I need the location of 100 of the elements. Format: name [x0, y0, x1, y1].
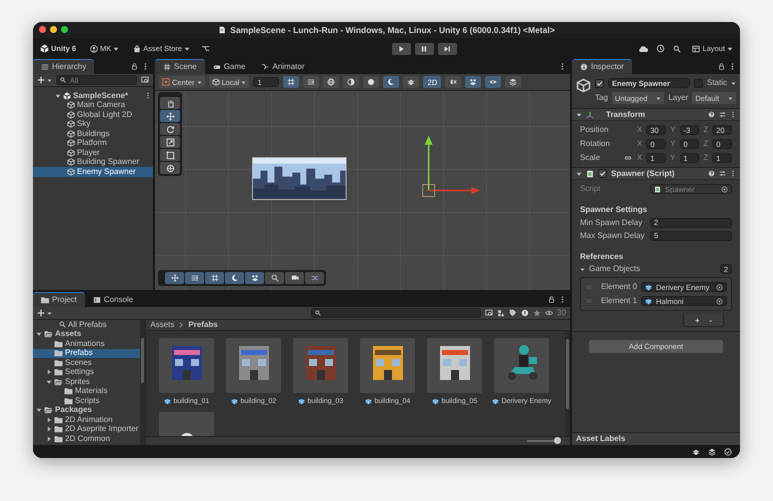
view-tab[interactable]: Scene: [155, 59, 205, 74]
expand-arrow-icon[interactable]: [55, 92, 61, 99]
history-icon[interactable]: [656, 44, 666, 53]
sphere-toggle[interactable]: [363, 76, 380, 88]
scene-root-item[interactable]: SampleScene*: [33, 91, 153, 100]
play-button[interactable]: [392, 42, 411, 54]
hierarchy-item[interactable]: Player: [33, 148, 153, 158]
more-icon[interactable]: [730, 111, 736, 118]
layers-toggle[interactable]: [505, 76, 522, 88]
drag-handle-icon[interactable]: [585, 284, 593, 290]
lock-icon[interactable]: [131, 63, 138, 70]
asset-labels-header[interactable]: Asset Labels: [572, 432, 740, 445]
presets-icon[interactable]: [719, 170, 726, 177]
breadcrumb-item[interactable]: Prefabs: [188, 320, 218, 330]
more-icon[interactable]: [559, 296, 566, 303]
presets-icon[interactable]: [719, 111, 726, 118]
moon-toggle[interactable]: [225, 272, 244, 284]
rotate-tool[interactable]: [160, 123, 180, 135]
add-button[interactable]: [37, 307, 52, 319]
folder-item[interactable]: 2D Animation: [33, 415, 140, 424]
eye-toggle[interactable]: [485, 76, 502, 88]
shuffle-toggle[interactable]: [305, 272, 324, 284]
folder-item[interactable]: Prefabs: [33, 348, 140, 358]
move-tool[interactable]: [160, 110, 180, 122]
asset-thumbnail[interactable]: [360, 338, 416, 393]
close-button[interactable]: [39, 26, 46, 33]
expand-arrow-icon[interactable]: [36, 331, 42, 338]
pause-button[interactable]: [414, 42, 434, 54]
panel-tab[interactable]: Project: [33, 292, 85, 307]
inspector-tab[interactable]: Inspector: [572, 59, 632, 74]
rect-tool[interactable]: [160, 149, 180, 161]
list-foldout[interactable]: Game Objects: [580, 264, 640, 274]
lock-icon[interactable]: [718, 63, 725, 70]
more-icon[interactable]: [145, 92, 151, 100]
move-toggle[interactable]: [165, 272, 184, 284]
folder-item[interactable]: 2D Common: [33, 434, 140, 444]
hierarchy-item[interactable]: Platform: [33, 138, 153, 148]
folder-item[interactable]: Assets: [33, 330, 140, 339]
favorite-icon[interactable]: [533, 309, 542, 317]
more-icon[interactable]: [729, 63, 736, 70]
more-icon[interactable]: [142, 63, 149, 70]
lock-icon[interactable]: [548, 296, 555, 303]
more-icon[interactable]: [559, 63, 566, 70]
wire-sphere-toggle[interactable]: [323, 76, 340, 88]
slider-thumb[interactable]: [554, 437, 561, 444]
hierarchy-item[interactable]: Main Camera: [33, 100, 153, 110]
expand-arrow-icon[interactable]: [576, 170, 582, 176]
saved-search-item[interactable]: All Prefabs: [33, 320, 140, 330]
static-checkbox[interactable]: [694, 78, 703, 88]
effects-toggle[interactable]: [465, 76, 482, 88]
asset-thumbnail[interactable]: [427, 338, 482, 393]
enabled-checkbox[interactable]: [598, 169, 607, 178]
folder-item[interactable]: Scripts: [33, 396, 140, 406]
component-header[interactable]: Transform: [572, 108, 740, 121]
log-filter-icon[interactable]: [521, 309, 530, 317]
asset-thumbnail[interactable]: [494, 338, 550, 393]
mute-toggle[interactable]: [445, 76, 462, 88]
more-icon[interactable]: [730, 170, 736, 177]
folder-item[interactable]: Animations: [33, 339, 140, 348]
step-button[interactable]: [438, 42, 457, 54]
stack-icon[interactable]: [708, 448, 716, 456]
moon-toggle[interactable]: [383, 76, 400, 88]
hierarchy-tab[interactable]: Hierarchy: [33, 59, 94, 74]
add-button[interactable]: [37, 74, 52, 86]
snap-toggle[interactable]: [303, 76, 320, 88]
hierarchy-item[interactable]: Enemy Spawner: [33, 167, 153, 176]
help-icon[interactable]: [708, 170, 715, 177]
folder-item[interactable]: Sprites: [33, 377, 140, 386]
folder-item[interactable]: Settings: [33, 368, 140, 377]
folder-item[interactable]: Packages: [33, 406, 140, 415]
link-icon[interactable]: [624, 154, 632, 162]
branch-icon[interactable]: [201, 44, 210, 53]
component-header[interactable]: Spawner (Script): [572, 167, 740, 180]
active-checkbox[interactable]: [595, 78, 604, 88]
zoom-button[interactable]: [61, 26, 68, 33]
snap-toggle[interactable]: [185, 272, 204, 284]
cloud-icon[interactable]: [638, 44, 648, 54]
bug-toggle[interactable]: [403, 76, 420, 88]
folder-item[interactable]: Materials: [33, 386, 140, 396]
minimize-button[interactable]: [50, 26, 57, 33]
save-search-icon[interactable]: [485, 309, 494, 317]
type-filter-icon[interactable]: [497, 309, 506, 317]
folder-item[interactable]: 2D Aseprite Importer: [33, 424, 140, 434]
sphere-toggle[interactable]: [343, 76, 360, 88]
help-icon[interactable]: [708, 111, 715, 118]
check-circle-icon[interactable]: [724, 448, 732, 456]
zoom-slider[interactable]: [524, 437, 562, 444]
hierarchy-item[interactable]: Buildings: [33, 129, 153, 138]
grid-toggle[interactable]: [205, 272, 224, 284]
view-tab[interactable]: Game: [204, 59, 254, 74]
view-tab[interactable]: Animator: [253, 59, 312, 74]
folder-item[interactable]: Scenes: [33, 358, 140, 368]
drag-handle-icon[interactable]: [585, 298, 593, 304]
label-filter-icon[interactable]: [509, 309, 518, 317]
search-icon[interactable]: [673, 44, 682, 52]
scale-tool[interactable]: [160, 136, 180, 148]
hierarchy-item[interactable]: Building Spawner: [33, 158, 153, 167]
effects-toggle[interactable]: [245, 272, 264, 284]
transform-tool[interactable]: [160, 162, 180, 174]
grid-toggle[interactable]: [283, 76, 300, 88]
